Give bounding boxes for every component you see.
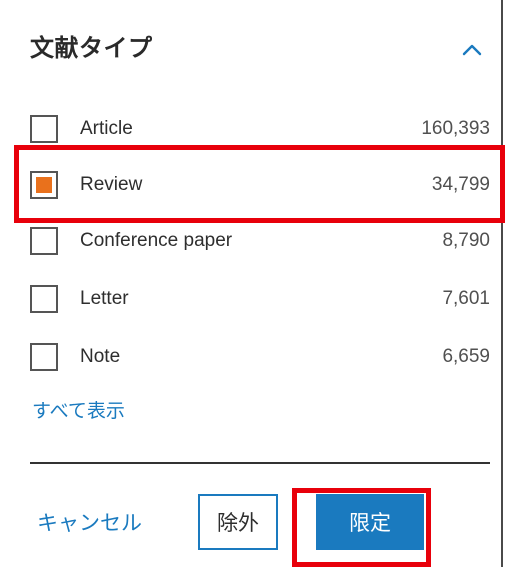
checkbox-fill — [36, 177, 52, 193]
facet-header: 文献タイプ — [30, 28, 487, 68]
limit-button[interactable]: 限定 — [316, 494, 424, 550]
option-label: Letter — [80, 288, 129, 309]
filter-option-conference-paper[interactable]: Conference paper 8,790 — [30, 218, 490, 264]
exclude-button[interactable]: 除外 — [198, 494, 278, 550]
option-label: Review — [80, 174, 143, 195]
option-count: 8,790 — [442, 230, 490, 251]
filter-option-note[interactable]: Note 6,659 — [30, 334, 490, 380]
filter-option-article[interactable]: Article 160,393 — [30, 106, 490, 152]
document-type-filter-panel: 文献タイプ Article 160,393 Review 34,799 Conf… — [0, 0, 503, 567]
checkbox[interactable] — [30, 227, 58, 255]
chevron-up-icon[interactable] — [457, 34, 487, 64]
option-count: 160,393 — [421, 118, 490, 139]
checkbox[interactable] — [30, 343, 58, 371]
option-count: 7,601 — [442, 288, 490, 309]
divider — [30, 462, 490, 464]
cancel-link[interactable]: キャンセル — [37, 507, 142, 537]
facet-title: 文献タイプ — [30, 34, 153, 62]
option-label: Conference paper — [80, 230, 233, 251]
filter-option-letter[interactable]: Letter 7,601 — [30, 276, 490, 322]
filter-option-review[interactable]: Review 34,799 — [30, 162, 490, 208]
checkbox[interactable] — [30, 285, 58, 313]
checkbox[interactable] — [30, 171, 58, 199]
checkbox[interactable] — [30, 115, 58, 143]
show-all-link[interactable]: すべて表示 — [32, 396, 125, 423]
option-count: 34,799 — [431, 174, 490, 195]
option-count: 6,659 — [442, 346, 490, 367]
option-label: Note — [80, 346, 121, 367]
option-label: Article — [80, 118, 133, 139]
